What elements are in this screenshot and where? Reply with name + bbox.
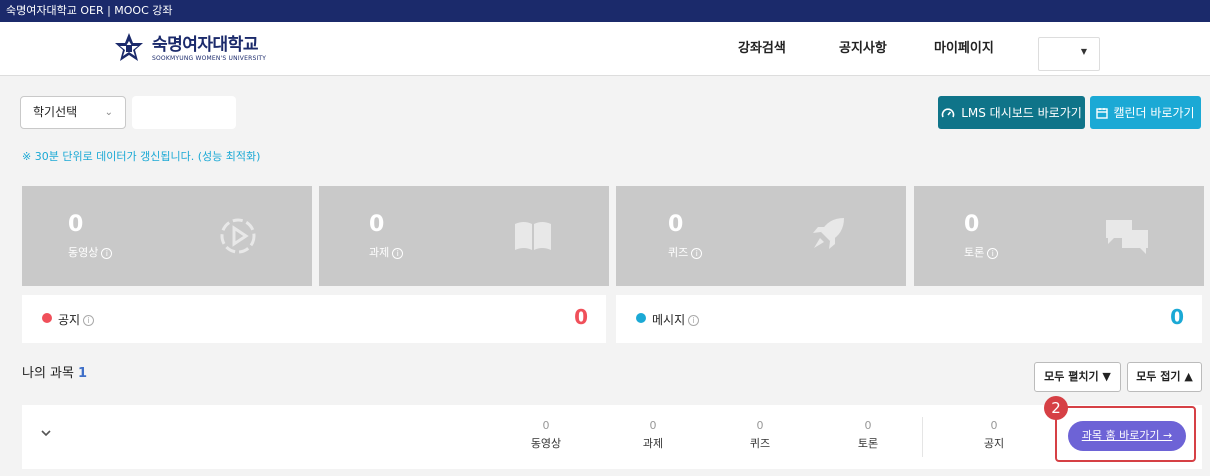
stat-value: 0 [369,212,385,237]
university-emblem-icon [115,33,143,61]
top-bar: 숙명여자대학교 OER | MOOC 강좌 [0,0,1210,22]
stat-label: 과제 i [369,244,404,260]
expand-all-button[interactable]: 모두 펼치기 ▼ [1034,362,1121,392]
semester-select[interactable]: 학기선택 ⌄ [20,96,126,129]
divider [922,417,923,457]
stat-value: 0 [68,212,84,237]
stat-label: 동영상 i [68,244,113,260]
stat-value: 0 [668,212,684,237]
course-row[interactable]: 0 동영상 0 과제 0 퀴즈 0 토론 0 공지 [22,405,1202,469]
play-icon [220,218,256,254]
gauge-icon [941,107,955,117]
step-badge: 2 [1044,396,1068,420]
nav-course-search[interactable]: 강좌검색 [738,22,786,76]
notice-dot [42,313,52,323]
calendar-icon [1096,107,1109,119]
book-icon [515,222,551,250]
stat-tile-quizzes[interactable]: 0 퀴즈 i [616,186,906,286]
site-header: 숙명여자대학교 SOOKMYUNG WOMEN'S UNIVERSITY 강좌검… [0,22,1210,76]
course-stat-notices: 0 공지 [983,419,1005,450]
university-logo[interactable]: 숙명여자대학교 SOOKMYUNG WOMEN'S UNIVERSITY [114,32,266,66]
topbar-text: 숙명여자대학교 OER | MOOC 강좌 [6,4,173,17]
info-icon[interactable]: i [691,247,703,259]
logo-text-korean: 숙명여자대학교 [152,35,258,55]
info-icon[interactable]: i [392,247,404,259]
my-courses-count: 1 [77,366,88,381]
stat-tile-discussions[interactable]: 0 토론 i [914,186,1204,286]
stat-label: 퀴즈 i [668,244,703,260]
chevron-down-icon[interactable] [40,427,52,439]
notice-count-box[interactable]: 공지 i 0 [22,295,606,343]
chevron-down-icon: ▼ [1080,47,1087,56]
refresh-notice: ※ 30분 단위로 데이터가 갱신됩니다. (성능 최적화) [22,150,261,163]
calendar-button[interactable]: 캘린더 바로가기 [1090,96,1201,129]
message-label: 메시지 i [652,311,700,328]
stat-value: 0 [964,212,980,237]
info-icon[interactable]: i [101,247,113,259]
message-count: 0 [1170,305,1184,329]
info-icon[interactable]: i [83,315,95,326]
calendar-label: 캘린더 바로가기 [1113,106,1195,120]
notice-label: 공지 i [58,311,95,328]
info-icon[interactable]: i [688,315,700,326]
course-stat-quizzes: 0 퀴즈 [749,419,771,450]
notice-count: 0 [574,305,588,329]
semester-select-label: 학기선택 [33,105,78,119]
course-stat-discussions: 0 토론 [857,419,879,450]
message-dot [636,313,646,323]
rocket-icon [813,218,844,249]
stat-tile-assignments[interactable]: 0 과제 i [319,186,609,286]
stat-tile-videos[interactable]: 0 동영상 i [22,186,312,286]
logo-text-english: SOOKMYUNG WOMEN'S UNIVERSITY [152,55,267,62]
my-courses-heading: 나의 과목 1 [22,366,88,381]
go-to-course-home-button[interactable]: 과목 홈 바로가기 → [1068,421,1186,451]
lms-dashboard-label: LMS 대시보드 바로가기 [961,106,1082,120]
semester-secondary-select[interactable] [132,96,236,129]
nav-notices[interactable]: 공지사항 [839,22,887,76]
lms-dashboard-button[interactable]: LMS 대시보드 바로가기 [938,96,1085,129]
course-stat-videos: 0 동영상 [530,419,562,450]
nav-my-page[interactable]: 마이페이지 [934,22,994,76]
stat-label: 토론 i [964,244,999,260]
message-count-box[interactable]: 메시지 i 0 [616,295,1202,343]
collapse-all-button[interactable]: 모두 접기 ▲ [1127,362,1202,392]
chat-icon [1106,220,1148,254]
chevron-down-icon: ⌄ [104,107,113,118]
info-icon[interactable]: i [987,247,999,259]
language-select[interactable]: ▼ [1038,37,1100,71]
course-stat-assignments: 0 과제 [642,419,664,450]
